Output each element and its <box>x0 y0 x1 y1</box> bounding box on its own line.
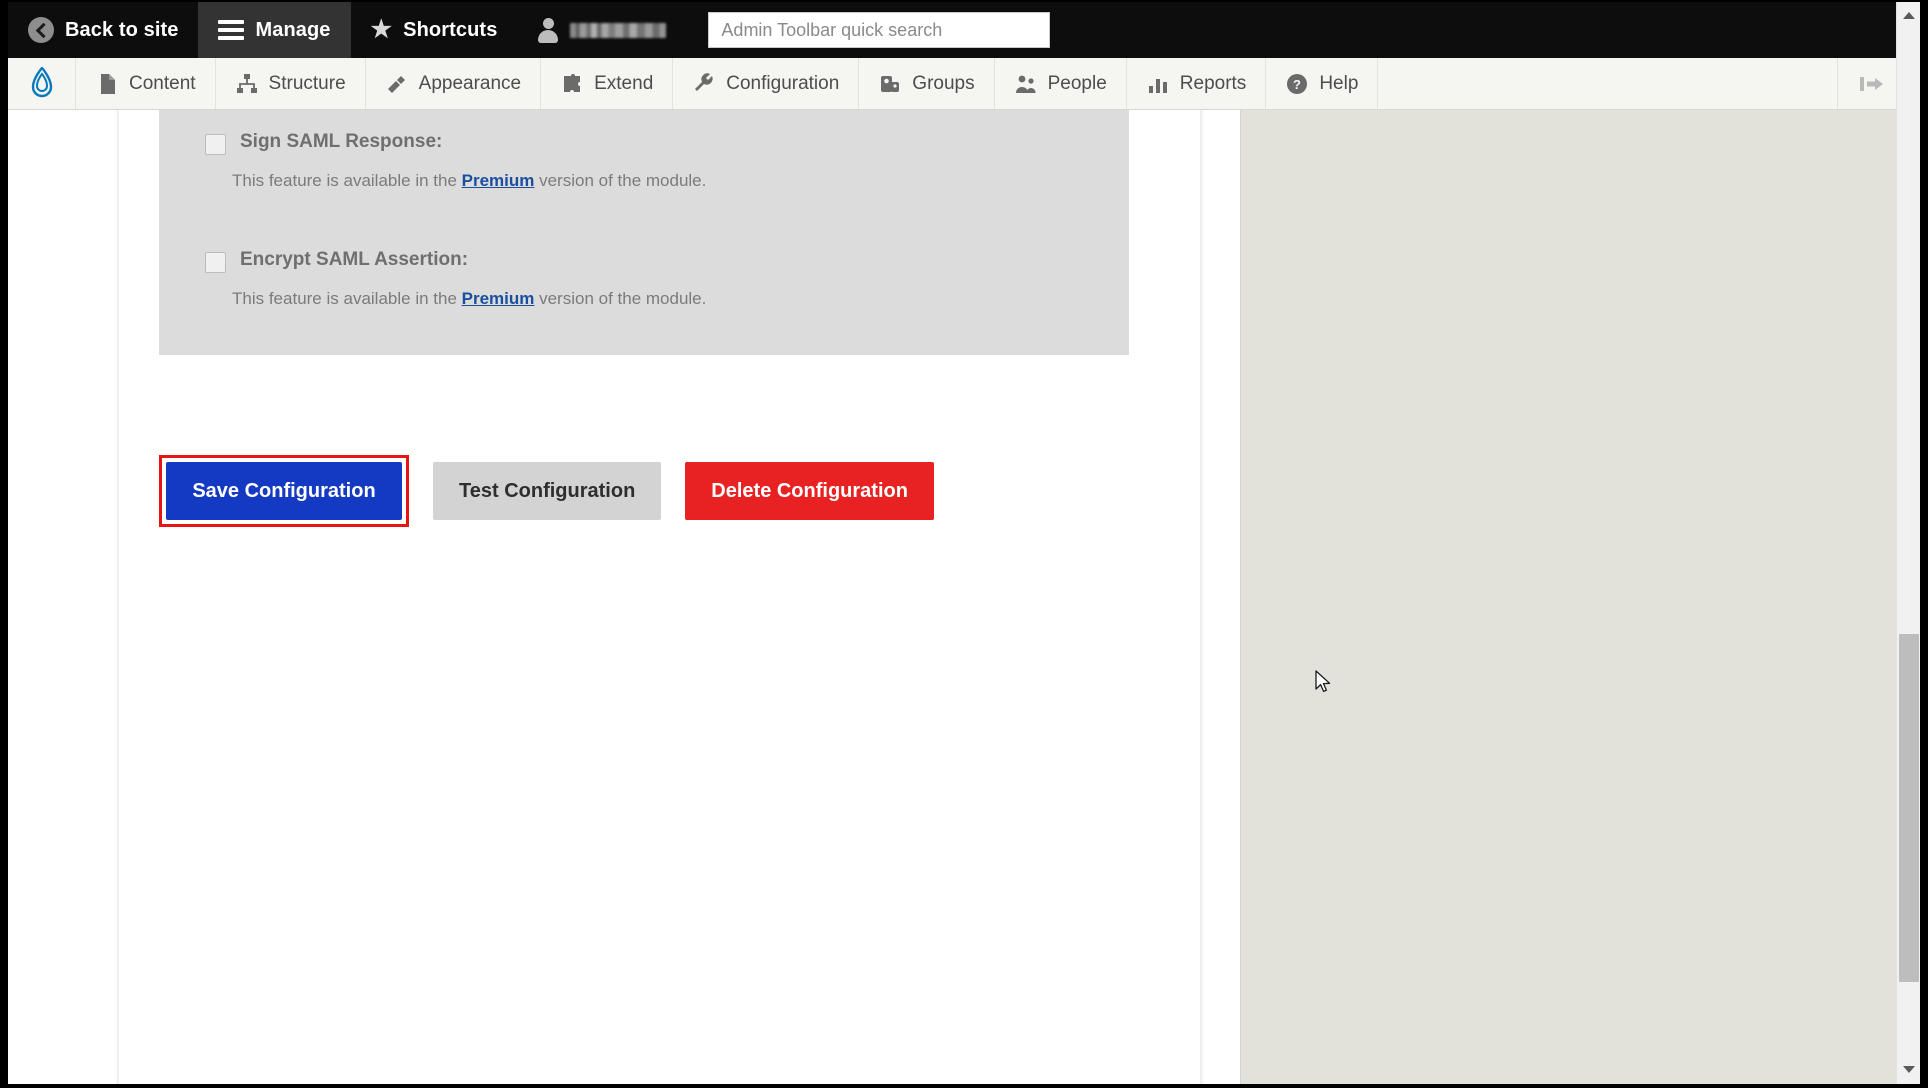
desc-before-1: This feature is available in the <box>232 289 462 308</box>
encrypt-saml-assertion-row: Encrypt SAML Assertion: <box>205 249 1083 273</box>
sitemap-icon <box>235 72 259 96</box>
drupal-admin-toolbar: Back to site Manage ★ Shortcuts <box>8 2 1904 58</box>
page-content-area: X.509 certificate for encrypted assertio… <box>8 110 1904 1084</box>
wrench-icon <box>692 72 716 96</box>
back-to-site-label: Back to site <box>65 18 179 41</box>
username-redacted <box>570 22 667 38</box>
menu-spacer <box>1378 58 1838 109</box>
vertical-scrollbar[interactable] <box>1896 2 1920 1084</box>
menu-item-appearance[interactable]: Appearance <box>366 58 542 109</box>
save-button-highlight: Save Configuration <box>159 455 409 527</box>
menu-item-content[interactable]: Content <box>76 58 216 109</box>
desc-before-0: This feature is available in the <box>232 171 462 190</box>
form-inner: X.509 certificate for encrypted assertio… <box>159 110 1159 527</box>
menu-label-groups: Groups <box>912 72 975 94</box>
menu-label-content: Content <box>129 72 196 94</box>
desc-after-1: version of the module. <box>534 289 707 308</box>
menu-item-structure[interactable]: Structure <box>216 58 366 109</box>
admin-menu-bar: Content Structure Appearance Extend Conf… <box>8 58 1904 110</box>
tab-manage[interactable]: Manage <box>198 2 351 58</box>
menu-item-groups[interactable]: Groups <box>859 58 995 109</box>
save-configuration-button[interactable]: Save Configuration <box>166 462 402 520</box>
premium-link-1[interactable]: Premium <box>462 289 535 308</box>
form-actions: Save Configuration Test Configuration De… <box>159 455 1159 527</box>
menu-label-extend: Extend <box>594 72 654 94</box>
sign-saml-response-label: Sign SAML Response: <box>240 131 443 152</box>
groups-icon <box>878 72 902 96</box>
paintbrush-icon <box>385 72 409 96</box>
tab-shortcuts[interactable]: ★ Shortcuts <box>351 2 518 58</box>
encrypt-saml-assertion-description: This feature is available in the Premium… <box>232 289 1083 309</box>
person-icon <box>537 17 559 43</box>
admin-toolbar-search-wrapper <box>708 12 1051 48</box>
menu-item-people[interactable]: People <box>995 58 1127 109</box>
menu-label-help: Help <box>1319 72 1359 94</box>
premium-link-0[interactable]: Premium <box>462 171 535 190</box>
encrypt-saml-assertion-label: Encrypt SAML Assertion: <box>240 249 469 270</box>
scroll-up-arrow-icon[interactable] <box>1897 4 1920 26</box>
menu-label-people: People <box>1047 72 1107 94</box>
sign-saml-response-description: This feature is available in the Premium… <box>232 171 1083 191</box>
desc-after-0: version of the module. <box>534 171 707 190</box>
user-account-menu[interactable] <box>517 2 686 58</box>
encrypt-saml-assertion-option: Encrypt SAML Assertion: This feature is … <box>205 249 1083 309</box>
scrollbar-thumb[interactable] <box>1899 634 1919 982</box>
menu-item-help[interactable]: ? Help <box>1266 58 1379 109</box>
hamburger-menu-icon <box>218 16 245 44</box>
menu-label-structure: Structure <box>268 72 346 94</box>
star-icon: ★ <box>370 16 393 43</box>
configuration-form-card: X.509 certificate for encrypted assertio… <box>118 110 1201 1084</box>
people-icon <box>1014 72 1038 96</box>
svg-text:?: ? <box>1293 77 1301 92</box>
sign-saml-response-option: Sign SAML Response: This feature is avai… <box>205 131 1083 191</box>
puzzle-piece-icon <box>560 72 584 96</box>
bar-chart-icon <box>1146 72 1170 96</box>
scroll-down-arrow-icon[interactable] <box>1897 1058 1920 1080</box>
drupal-logo[interactable] <box>8 58 76 109</box>
manage-label: Manage <box>255 18 331 41</box>
menu-label-appearance: Appearance <box>418 72 522 94</box>
admin-toolbar-search-input[interactable] <box>708 12 1051 48</box>
screen-root: Back to site Manage ★ Shortcuts Admin To… <box>0 0 1928 1088</box>
test-configuration-button[interactable]: Test Configuration <box>433 462 662 520</box>
encrypt-saml-assertion-checkbox[interactable] <box>205 252 226 273</box>
menu-item-configuration[interactable]: Configuration <box>673 58 860 109</box>
sign-saml-response-row: Sign SAML Response: <box>205 131 1083 155</box>
premium-features-panel: Sign SAML Response: This feature is avai… <box>159 110 1129 355</box>
back-to-site-button[interactable]: Back to site <box>8 2 198 58</box>
collapse-left-icon <box>1860 76 1883 91</box>
back-arrow-icon <box>28 17 54 43</box>
shortcuts-label: Shortcuts <box>403 18 498 41</box>
delete-configuration-button[interactable]: Delete Configuration <box>685 462 934 520</box>
sign-saml-response-checkbox[interactable] <box>205 134 226 155</box>
menu-item-reports[interactable]: Reports <box>1127 58 1267 109</box>
collapse-toolbar-button[interactable] <box>1838 58 1904 109</box>
panel-gap <box>205 191 1083 249</box>
menu-label-reports: Reports <box>1179 72 1247 94</box>
menu-item-extend[interactable]: Extend <box>541 58 674 109</box>
file-icon <box>95 72 119 96</box>
menu-label-configuration: Configuration <box>726 72 840 94</box>
browser-viewport: Back to site Manage ★ Shortcuts Admin To… <box>8 2 1920 1084</box>
question-circle-icon: ? <box>1285 72 1309 96</box>
drupal-drop-icon <box>31 66 52 97</box>
